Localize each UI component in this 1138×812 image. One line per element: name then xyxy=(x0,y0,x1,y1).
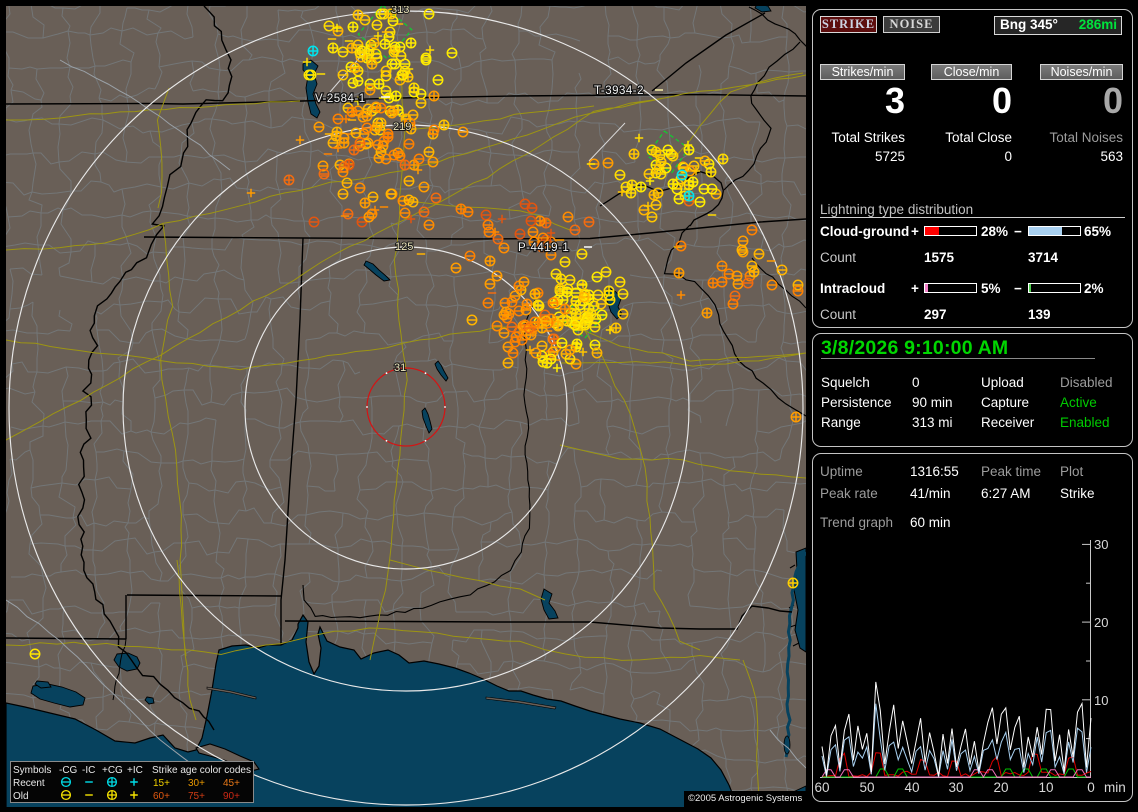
svg-text:30: 30 xyxy=(1094,537,1108,552)
svg-text:90+: 90+ xyxy=(223,791,240,802)
svg-text:20: 20 xyxy=(993,780,1008,795)
svg-text:P-4419-1: P-4419-1 xyxy=(518,242,569,254)
svg-text:Old: Old xyxy=(13,791,29,802)
svg-text:T-3934-2: T-3934-2 xyxy=(594,85,644,97)
svg-text:Recent: Recent xyxy=(13,778,45,789)
svg-text:75+: 75+ xyxy=(188,791,205,802)
svg-text:313: 313 xyxy=(391,6,409,16)
svg-text:60+: 60+ xyxy=(153,791,170,802)
svg-text:-CG: -CG xyxy=(59,765,78,776)
svg-text:40: 40 xyxy=(904,780,919,795)
svg-text:125: 125 xyxy=(395,241,413,253)
svg-text:0: 0 xyxy=(1087,780,1095,795)
svg-text:10: 10 xyxy=(1094,693,1108,708)
svg-text:219: 219 xyxy=(393,121,411,133)
svg-text:Strike age color codes: Strike age color codes xyxy=(152,765,251,776)
svg-text:10: 10 xyxy=(1038,780,1053,795)
svg-text:V-2584-1: V-2584-1 xyxy=(315,93,366,105)
svg-text:60: 60 xyxy=(814,780,829,795)
svg-text:45+: 45+ xyxy=(223,778,240,789)
svg-text:30: 30 xyxy=(948,780,963,795)
svg-text:+CG: +CG xyxy=(102,765,123,776)
svg-text:30+: 30+ xyxy=(188,778,205,789)
svg-text:Symbols: Symbols xyxy=(13,765,51,776)
svg-text:+IC: +IC xyxy=(127,765,143,776)
svg-text:15+: 15+ xyxy=(153,778,170,789)
svg-text:20: 20 xyxy=(1094,615,1108,630)
svg-text:min: min xyxy=(1104,780,1126,795)
svg-text:-IC: -IC xyxy=(82,765,95,776)
svg-text:31: 31 xyxy=(394,362,406,374)
svg-text:50: 50 xyxy=(859,780,874,795)
